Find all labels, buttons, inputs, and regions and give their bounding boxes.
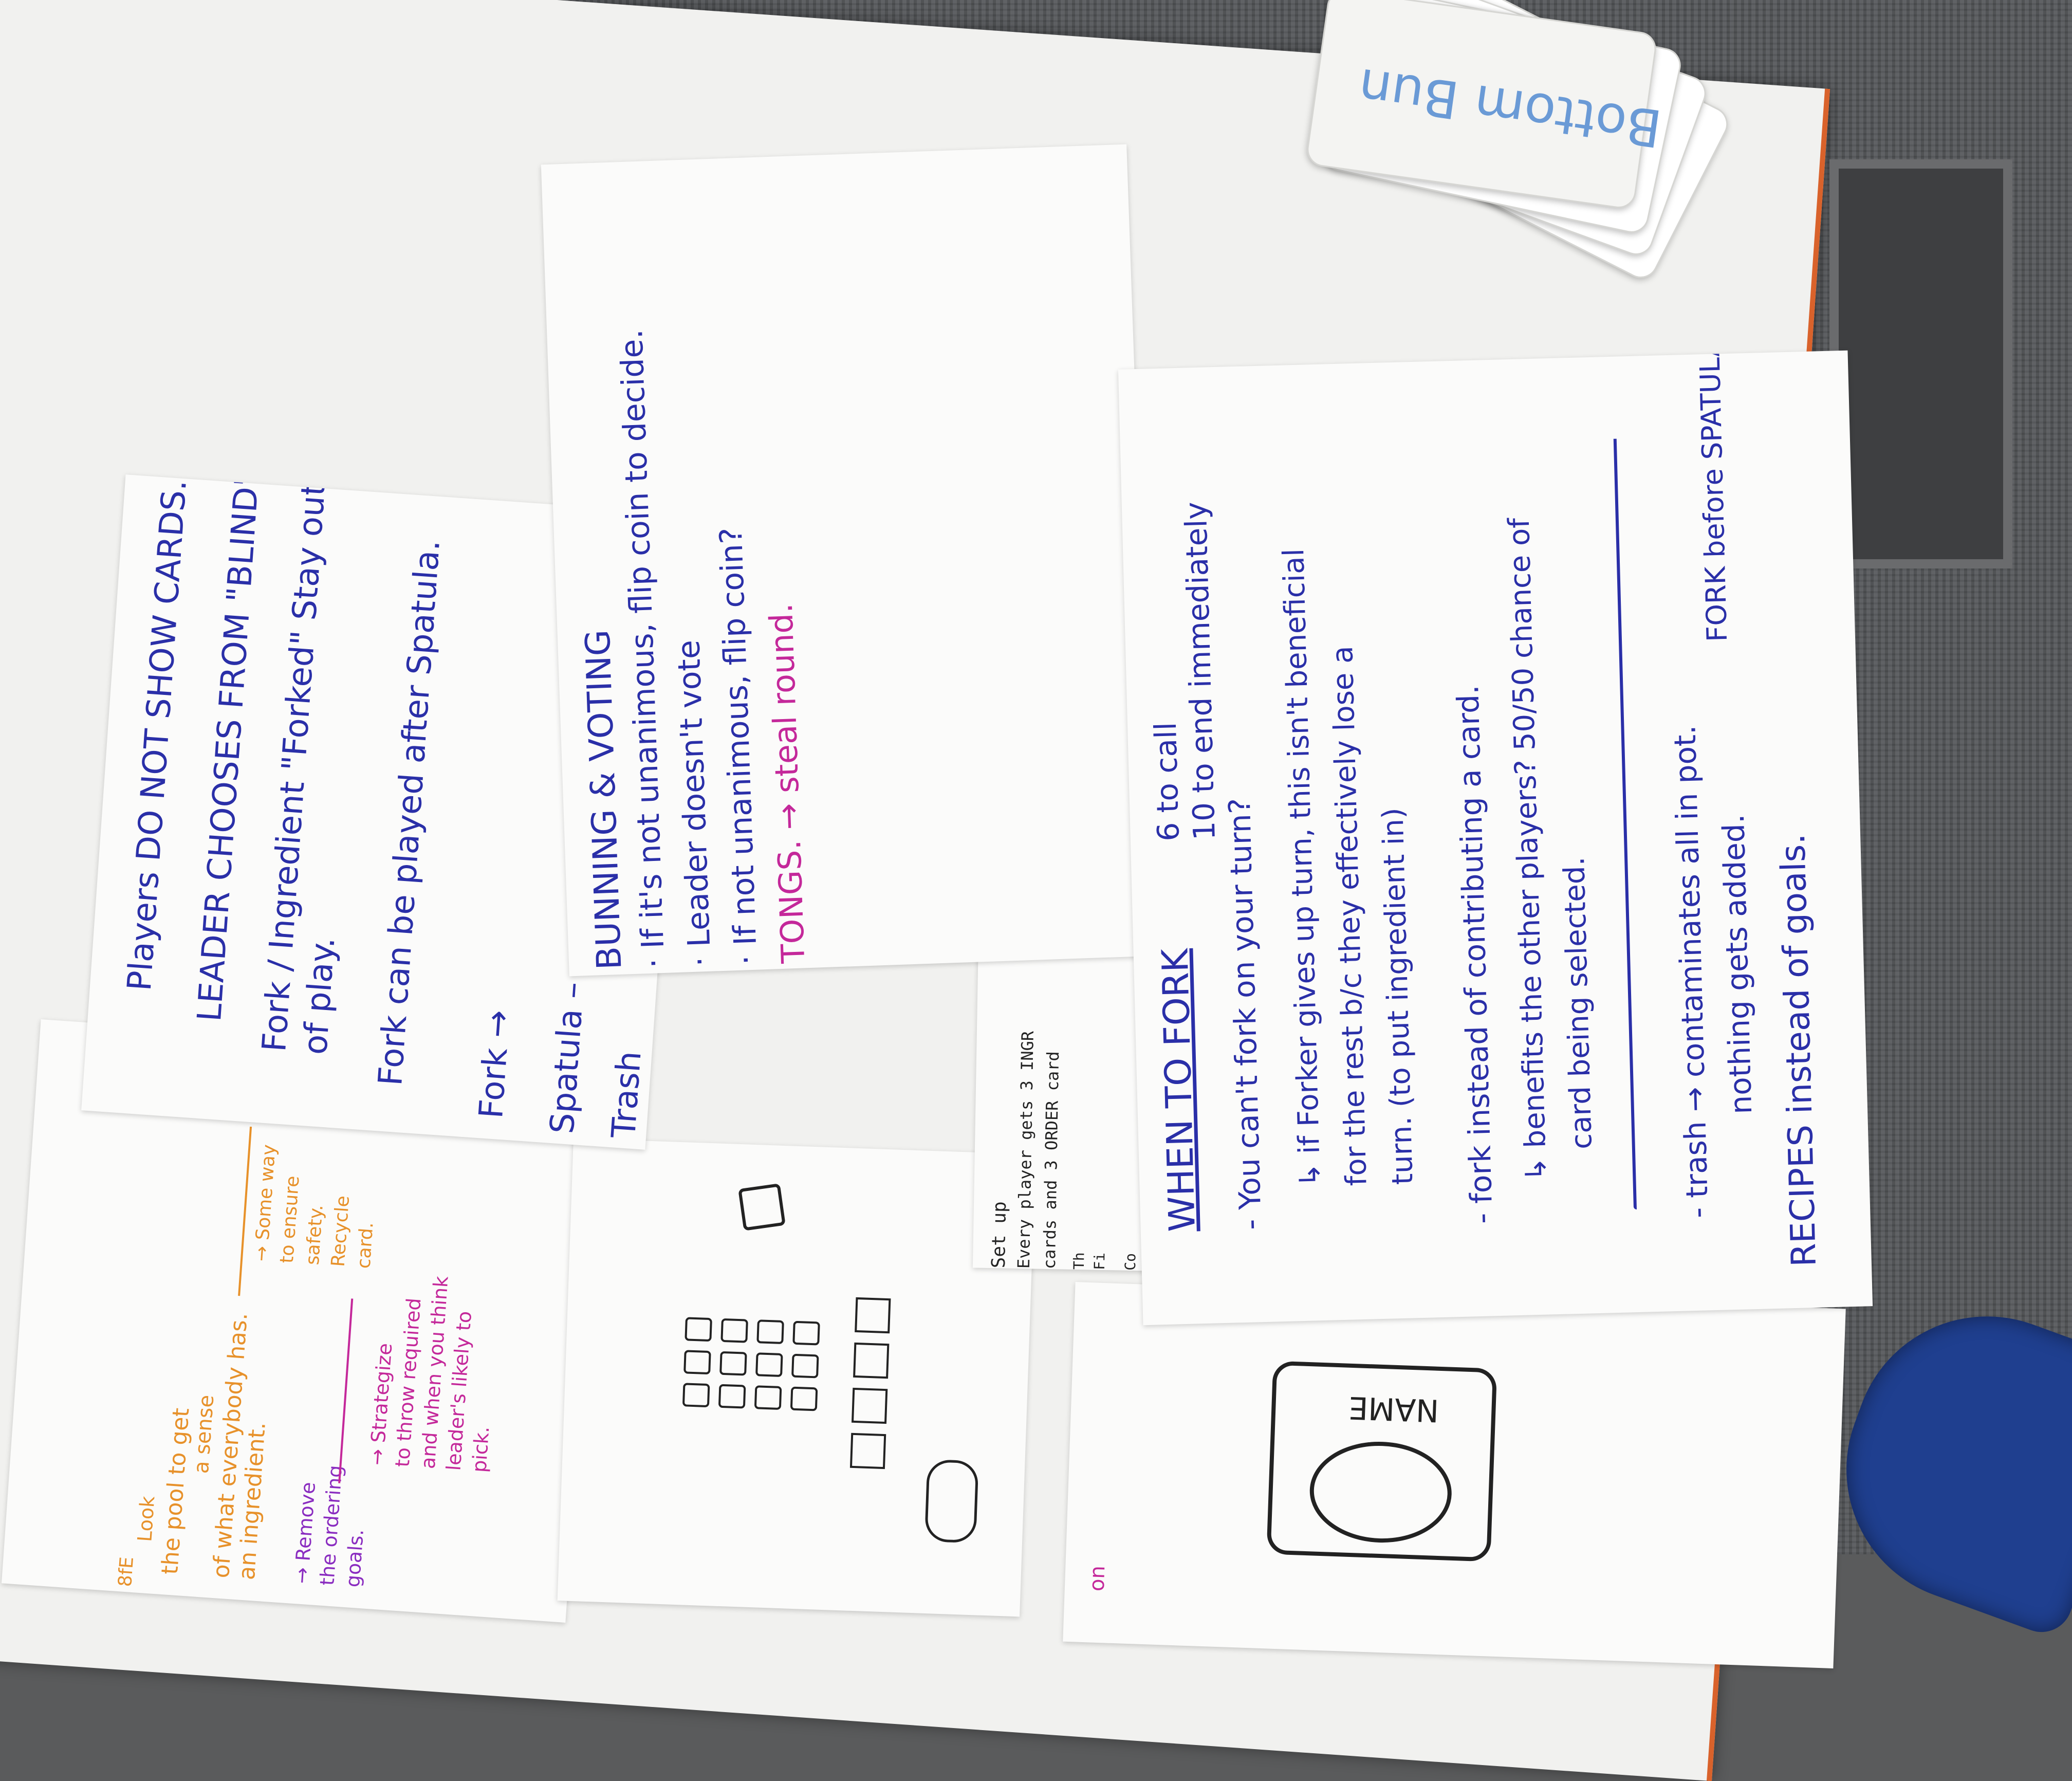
card-sketch-sheet bbox=[557, 1138, 1036, 1617]
orange-divider bbox=[238, 1126, 252, 1296]
rules-line-6: Spatula – bbox=[543, 981, 592, 1135]
setup-frag-3: Co bbox=[1121, 1253, 1139, 1271]
orange-note-9: Recycle bbox=[327, 1195, 354, 1268]
bunning-title: BUNNING & VOTING bbox=[578, 629, 630, 971]
rules-line-3b: of play. bbox=[296, 935, 343, 1056]
fork-bullet-6: RECIPES instead of goals. bbox=[1773, 833, 1824, 1268]
purple-note-3: goals. bbox=[341, 1528, 368, 1588]
rules-line-1: Players DO NOT SHOW CARDS. bbox=[120, 478, 195, 993]
rules-line-4: Fork can be played after Spatula. bbox=[372, 538, 448, 1087]
setup-line-2: cards and 3 ORDER card bbox=[1039, 1051, 1063, 1270]
fork-title: WHEN TO FORK bbox=[1154, 948, 1204, 1233]
fork-divider bbox=[1613, 438, 1637, 1210]
magenta-note-5: pick. bbox=[468, 1425, 494, 1474]
purple-note-1: → Remove bbox=[290, 1481, 320, 1585]
card-grid-row-2 bbox=[849, 1297, 918, 1470]
fork-bullet-5a: - trash → contaminates all in pot. bbox=[1667, 725, 1715, 1219]
rules-line-2: LEADER CHOOSES FROM "BLIND". bbox=[190, 474, 268, 1023]
rules-line-7: Trash bbox=[605, 1050, 649, 1140]
setup-title: Set up bbox=[988, 1201, 1011, 1269]
fork-bullet-4b: card being selected. bbox=[1558, 856, 1599, 1150]
fork-timing-2: 10 to end immediately bbox=[1178, 501, 1222, 841]
magenta-divider bbox=[338, 1298, 354, 1483]
fork-bullet-2a: ↳ if Forker gives up turn, this isn't be… bbox=[1277, 548, 1327, 1188]
name-card-sheet: NAME on bbox=[1063, 1282, 1846, 1668]
orange-note-3: a sense bbox=[189, 1394, 219, 1475]
when-to-fork-sheet: WHEN TO FORK 6 to call 10 to end immedia… bbox=[1118, 350, 1873, 1326]
fork-bullet-4a: ↳ benefits the other players? 50/50 chan… bbox=[1502, 518, 1553, 1182]
fork-bullet-2b: for the rest b/c they effectively lose a bbox=[1326, 645, 1374, 1187]
setup-frag-2: Fi bbox=[1090, 1252, 1108, 1271]
fork-side-note: FORK before SPATULA bbox=[1693, 350, 1734, 642]
purple-note-2: the ordering bbox=[316, 1464, 347, 1587]
orange-note-1: Look bbox=[133, 1495, 159, 1543]
card-grid-row-1 bbox=[682, 1317, 840, 1411]
bunning-item-3: · If not unanimous, flip coin? bbox=[713, 527, 765, 966]
setup-line-1: Every player gets 3 INGR bbox=[1013, 1031, 1038, 1269]
orange-note-8: safety. bbox=[302, 1204, 327, 1266]
orange-note-10: card. bbox=[353, 1221, 378, 1270]
fork-bullet-1: - You can't fork on your turn? bbox=[1222, 797, 1268, 1231]
bunning-item-2: · Leader doesn't vote bbox=[671, 639, 718, 967]
fork-bullet-3: - fork instead of contributing a card. bbox=[1450, 684, 1500, 1224]
rules-line-5: Fork → bbox=[472, 1008, 518, 1120]
fork-bullet-5b: nothing gets added. bbox=[1715, 814, 1759, 1115]
orange-note-7: to ensure bbox=[276, 1175, 304, 1264]
bunning-voting-sheet: BUNNING & VOTING · If it's not unanimous… bbox=[541, 144, 1155, 977]
orange-note-2: the pool to get bbox=[157, 1407, 195, 1575]
name-sheet-frag: on bbox=[1085, 1565, 1110, 1592]
bunning-item-4: TONGS. → steal round. bbox=[762, 602, 812, 964]
setup-frag-1: Th bbox=[1070, 1252, 1088, 1270]
fork-bullet-2c: turn. (to put ingredient in) bbox=[1376, 807, 1420, 1185]
bottom-bun-label: Bottom Bun bbox=[1355, 57, 1666, 159]
bun-sketch bbox=[924, 1459, 979, 1544]
card-icon bbox=[738, 1183, 786, 1231]
floor-vent bbox=[1829, 159, 2012, 568]
orange-note-6: → Some way bbox=[250, 1144, 280, 1262]
fork-timing-1: 6 to call bbox=[1148, 722, 1186, 842]
name-card-label: NAME bbox=[1348, 1389, 1440, 1428]
corner-note: 8fE bbox=[115, 1556, 138, 1588]
